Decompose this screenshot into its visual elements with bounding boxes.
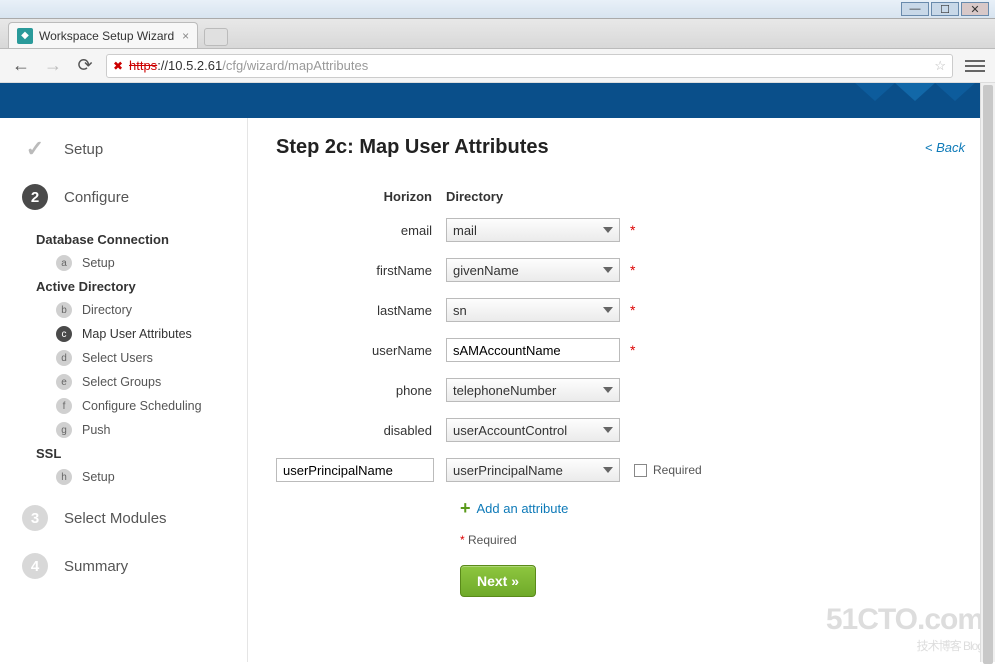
group-active-directory: Active Directory bbox=[36, 279, 235, 294]
scrollbar[interactable] bbox=[980, 83, 995, 662]
attribute-label: email bbox=[276, 223, 446, 238]
forward-button[interactable]: → bbox=[42, 55, 64, 77]
ssl-warning-icon: ✖ bbox=[113, 59, 127, 73]
subitem-ssl-setup[interactable]: hSetup bbox=[56, 469, 235, 485]
check-icon: ✓ bbox=[26, 136, 44, 162]
next-button[interactable]: Next » bbox=[460, 565, 536, 597]
address-bar[interactable]: ✖ https ://10.5.2.61 /cfg/wizard/mapAttr… bbox=[106, 54, 953, 78]
url-host: ://10.5.2.61 bbox=[157, 58, 222, 73]
step-label: Select Modules bbox=[64, 510, 167, 527]
step-number: 3 bbox=[22, 505, 48, 531]
required-star-icon: * bbox=[630, 262, 635, 278]
column-header-directory: Directory bbox=[446, 189, 503, 204]
attribute-input-userName[interactable] bbox=[446, 338, 620, 362]
app-banner bbox=[0, 83, 995, 118]
attribute-row-disabled: disableduserAccountControl bbox=[276, 418, 967, 442]
step-summary[interactable]: 4 Summary bbox=[22, 553, 235, 579]
back-button[interactable]: ← bbox=[10, 55, 32, 77]
browser-tab[interactable]: ◆ Workspace Setup Wizard × bbox=[8, 22, 198, 48]
favicon-icon: ◆ bbox=[17, 28, 33, 44]
custom-attribute-row: userPrincipalName Required bbox=[276, 458, 967, 482]
attribute-form: Horizon Directory emailmail*firstNamegiv… bbox=[276, 189, 967, 597]
required-note: * Required bbox=[460, 533, 967, 547]
group-database-connection: Database Connection bbox=[36, 232, 235, 247]
subitem-push[interactable]: gPush bbox=[56, 422, 235, 438]
tab-title: Workspace Setup Wizard bbox=[39, 29, 174, 43]
attribute-select-phone[interactable]: telephoneNumber bbox=[446, 378, 620, 402]
window-titlebar: — ☐ ✕ bbox=[0, 0, 995, 19]
chevron-down-icon bbox=[603, 227, 613, 233]
column-header-horizon: Horizon bbox=[276, 189, 446, 204]
subitem-directory[interactable]: bDirectory bbox=[56, 302, 235, 318]
browser-menu-button[interactable] bbox=[965, 60, 985, 72]
attribute-label: firstName bbox=[276, 263, 446, 278]
url-path: /cfg/wizard/mapAttributes bbox=[222, 58, 368, 73]
step-label: Summary bbox=[64, 558, 128, 575]
attribute-select-disabled[interactable]: userAccountControl bbox=[446, 418, 620, 442]
plus-icon: + bbox=[460, 498, 471, 519]
subitem-select-users[interactable]: dSelect Users bbox=[56, 350, 235, 366]
chevron-down-icon bbox=[603, 467, 613, 473]
required-star-icon: * bbox=[630, 342, 635, 358]
new-tab-button[interactable] bbox=[204, 28, 228, 46]
step-label: Setup bbox=[64, 141, 103, 158]
add-attribute-link[interactable]: + Add an attribute bbox=[460, 498, 967, 519]
custom-attribute-name-input[interactable] bbox=[276, 458, 434, 482]
browser-toolbar: ← → ⟳ ✖ https ://10.5.2.61 /cfg/wizard/m… bbox=[0, 49, 995, 83]
required-star-icon: * bbox=[630, 222, 635, 238]
chevron-down-icon bbox=[603, 387, 613, 393]
attribute-row-firstName: firstNamegivenName * bbox=[276, 258, 967, 282]
chevron-down-icon bbox=[603, 307, 613, 313]
step-number: 4 bbox=[22, 553, 48, 579]
minimize-button[interactable]: — bbox=[901, 2, 929, 16]
chevron-down-icon bbox=[603, 427, 613, 433]
custom-attribute-select[interactable]: userPrincipalName bbox=[446, 458, 620, 482]
chevron-down-icon bbox=[603, 267, 613, 273]
required-checkbox[interactable] bbox=[634, 464, 647, 477]
attribute-label: phone bbox=[276, 383, 446, 398]
step-number: 2 bbox=[22, 184, 48, 210]
attribute-row-lastName: lastNamesn * bbox=[276, 298, 967, 322]
wizard-sidebar: ✓ Setup 2 Configure Database Connection … bbox=[0, 118, 248, 662]
attribute-label: disabled bbox=[276, 423, 446, 438]
content-area: Step 2c: Map User Attributes < Back Hori… bbox=[248, 118, 995, 662]
attribute-select-email[interactable]: mail bbox=[446, 218, 620, 242]
page-title: Step 2c: Map User Attributes bbox=[276, 136, 967, 159]
reload-button[interactable]: ⟳ bbox=[74, 55, 96, 77]
watermark: 51CTO.com 技术博客 Blog bbox=[826, 603, 983, 654]
step-setup[interactable]: ✓ Setup bbox=[22, 136, 235, 162]
close-button[interactable]: ✕ bbox=[961, 2, 989, 16]
tab-close-icon[interactable]: × bbox=[182, 29, 189, 43]
back-link[interactable]: < Back bbox=[925, 140, 965, 155]
subitem-map-user-attributes[interactable]: cMap User Attributes bbox=[56, 326, 235, 342]
subitem-db-setup[interactable]: aSetup bbox=[56, 255, 235, 271]
attribute-label: lastName bbox=[276, 303, 446, 318]
bookmark-star-icon[interactable]: ☆ bbox=[934, 58, 946, 74]
subitem-configure-scheduling[interactable]: fConfigure Scheduling bbox=[56, 398, 235, 414]
attribute-select-firstName[interactable]: givenName bbox=[446, 258, 620, 282]
step-label: Configure bbox=[64, 189, 129, 206]
required-checkbox-label: Required bbox=[653, 463, 702, 477]
required-star-icon: * bbox=[630, 302, 635, 318]
attribute-row-phone: phonetelephoneNumber bbox=[276, 378, 967, 402]
attribute-select-lastName[interactable]: sn bbox=[446, 298, 620, 322]
group-ssl: SSL bbox=[36, 446, 235, 461]
url-protocol: https bbox=[129, 58, 157, 73]
tab-strip: ◆ Workspace Setup Wizard × bbox=[0, 19, 995, 49]
subitem-select-groups[interactable]: eSelect Groups bbox=[56, 374, 235, 390]
maximize-button[interactable]: ☐ bbox=[931, 2, 959, 16]
step-select-modules[interactable]: 3 Select Modules bbox=[22, 505, 235, 531]
step-configure[interactable]: 2 Configure bbox=[22, 184, 235, 210]
attribute-row-email: emailmail * bbox=[276, 218, 967, 242]
attribute-row-userName: userName * bbox=[276, 338, 967, 362]
attribute-label: userName bbox=[276, 343, 446, 358]
